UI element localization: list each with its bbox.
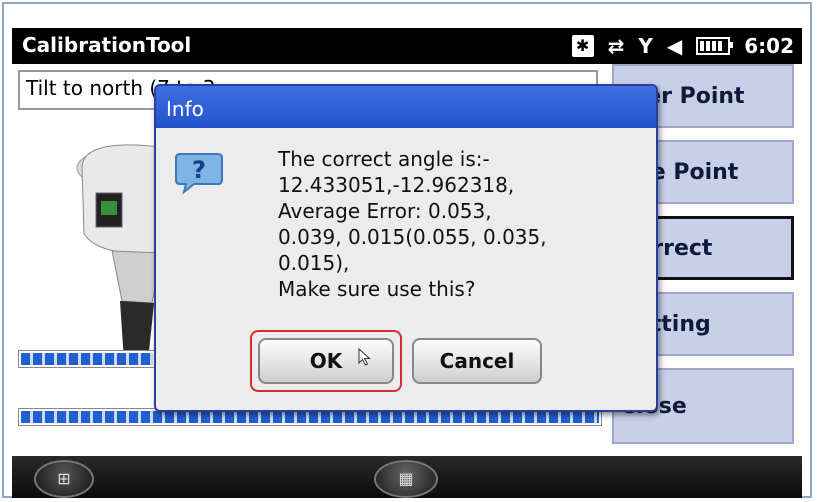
info-dialog: Info ? The correct angle is:- 12.433051,… — [154, 84, 658, 412]
windows-logo-icon: ⊞ — [57, 469, 71, 488]
cancel-label: Cancel — [439, 349, 515, 373]
clock[interactable]: 6:02 — [744, 34, 794, 58]
svg-text:?: ? — [192, 156, 206, 184]
ok-label: OK — [309, 349, 343, 373]
volume-icon[interactable]: ◀ — [667, 34, 682, 58]
data-sync-icon[interactable]: ⇄ — [608, 34, 625, 58]
battery-icon[interactable] — [696, 37, 734, 55]
cancel-button[interactable]: Cancel — [412, 338, 542, 384]
mouse-cursor-icon — [358, 348, 371, 366]
question-icon: ? — [175, 153, 223, 194]
progress-fill-upper — [21, 353, 154, 365]
device-screen: CalibrationTool ✱ ⇄ Y ◀ 6:02 Tilt to nor… — [12, 28, 802, 498]
taskbar: ⊞ ▦ — [12, 456, 802, 498]
bluetooth-icon[interactable]: ✱ — [571, 35, 594, 57]
app-title: CalibrationTool — [22, 33, 192, 57]
keyboard-button[interactable]: ▦ — [374, 460, 438, 498]
status-icons: ✱ ⇄ Y ◀ 6:02 — [571, 32, 794, 60]
dialog-message: The correct angle is:- 12.433051,-12.962… — [278, 147, 547, 301]
windows-start-button[interactable]: ⊞ — [34, 460, 94, 498]
keyboard-icon: ▦ — [398, 469, 414, 488]
progress-bar-upper — [18, 350, 158, 368]
ok-button[interactable]: OK — [258, 338, 394, 384]
status-bar: CalibrationTool ✱ ⇄ Y ◀ 6:02 — [12, 28, 802, 64]
progress-fill-lower — [21, 411, 599, 423]
signal-off-icon[interactable]: Y — [638, 34, 652, 58]
dialog-title: Info — [156, 86, 656, 128]
